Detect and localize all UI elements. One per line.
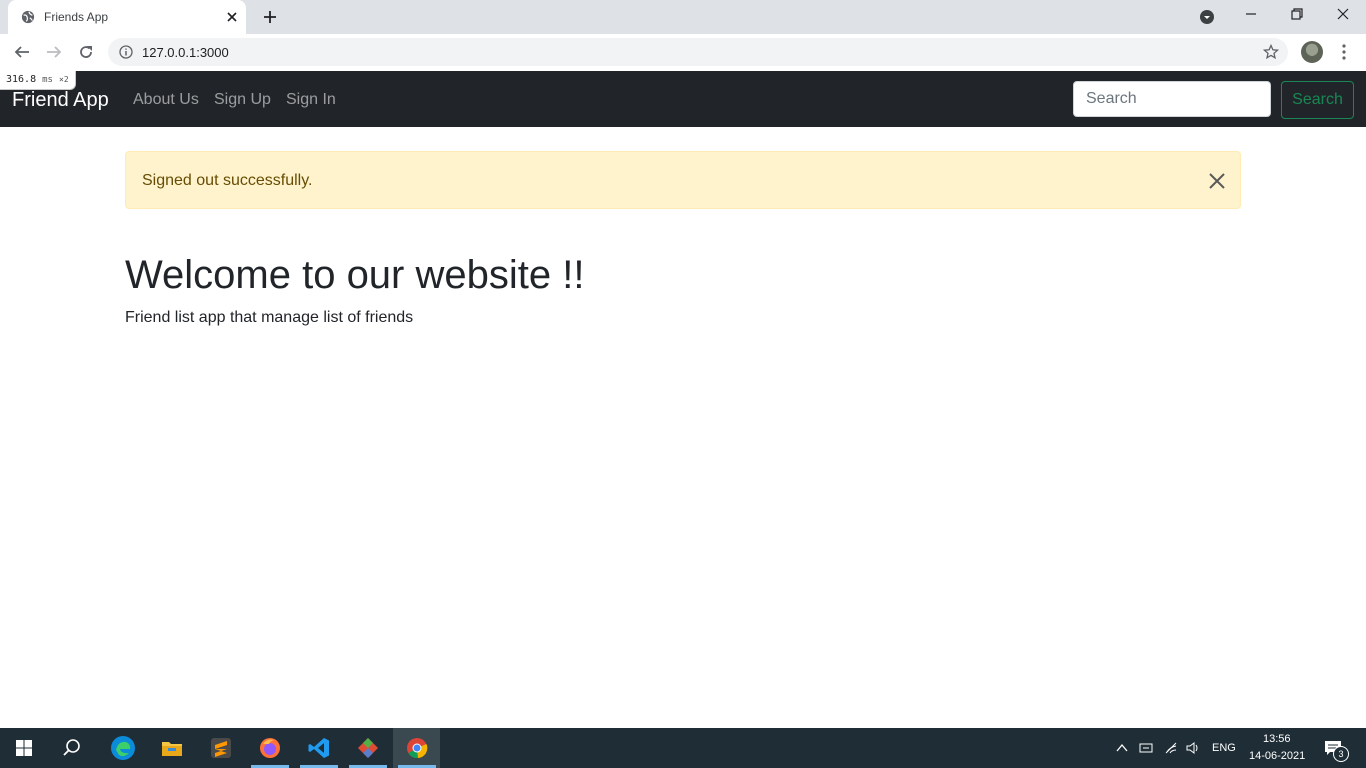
- git-icon[interactable]: [356, 736, 380, 760]
- more-vertical-icon[interactable]: [1338, 43, 1350, 61]
- new-tab-icon[interactable]: [262, 9, 278, 25]
- search-input[interactable]: [1073, 81, 1271, 117]
- windows-taskbar: ENG 13:56 14-06-2021: [0, 728, 1366, 768]
- language-indicator[interactable]: ENG: [1212, 742, 1236, 754]
- address-bar[interactable]: 127.0.0.1:3000: [108, 38, 1288, 66]
- close-icon[interactable]: [1207, 171, 1227, 191]
- notification-count-badge: 3: [1333, 746, 1349, 762]
- reload-icon[interactable]: [77, 43, 95, 61]
- forward-arrow-icon[interactable]: [45, 43, 63, 61]
- ime-icon[interactable]: [1139, 741, 1153, 755]
- restore-icon[interactable]: [1290, 7, 1304, 21]
- firefox-icon[interactable]: [258, 736, 282, 760]
- alert-message: Signed out successfully.: [142, 172, 313, 189]
- chevron-up-icon[interactable]: [1115, 741, 1129, 755]
- perf-timing-badge: 316.8 ms ×2: [0, 71, 76, 90]
- sublime-text-icon[interactable]: [209, 736, 233, 760]
- page-heading: Welcome to our website !!: [125, 253, 585, 297]
- browser-toolbar: 127.0.0.1:3000: [0, 34, 1366, 71]
- nav-link-sign-up[interactable]: Sign Up: [214, 90, 271, 110]
- speaker-icon[interactable]: [1186, 741, 1200, 755]
- page-description: Friend list app that manage list of frie…: [125, 309, 414, 326]
- clock-date[interactable]: 14-06-2021: [1249, 750, 1305, 762]
- site-navbar: Friend App About Us Sign Up Sign In Sear…: [0, 71, 1366, 127]
- back-arrow-icon[interactable]: [13, 43, 31, 61]
- file-explorer-icon[interactable]: [160, 736, 184, 760]
- clock-time[interactable]: 13:56: [1263, 733, 1291, 745]
- profile-avatar[interactable]: [1301, 41, 1323, 63]
- tab-title: Friends App: [44, 10, 109, 24]
- url-text: 127.0.0.1:3000: [142, 45, 229, 60]
- perf-multiplier: ×2: [59, 75, 69, 84]
- edge-icon[interactable]: [110, 735, 136, 761]
- minimize-icon[interactable]: [1244, 7, 1258, 21]
- perf-unit: ms: [42, 75, 53, 85]
- bookmark-star-icon[interactable]: [1263, 44, 1279, 60]
- globe-icon: [21, 10, 35, 24]
- perf-value: 316.8: [6, 74, 37, 85]
- wifi-icon[interactable]: [1164, 741, 1178, 755]
- browser-tab-strip: Friends App: [0, 0, 1366, 34]
- flash-alert: Signed out successfully.: [125, 151, 1241, 209]
- windows-start-icon[interactable]: [12, 736, 36, 760]
- window-close-icon[interactable]: [1336, 7, 1350, 21]
- browser-tab[interactable]: Friends App: [8, 0, 246, 34]
- nav-link-about-us[interactable]: About Us: [133, 90, 199, 110]
- tab-search-icon[interactable]: [1199, 9, 1215, 25]
- navbar-brand[interactable]: Friend App: [12, 88, 109, 112]
- tab-close-icon[interactable]: [225, 10, 239, 24]
- chrome-icon[interactable]: [405, 736, 429, 760]
- info-icon[interactable]: [119, 45, 133, 59]
- nav-link-sign-in[interactable]: Sign In: [286, 90, 336, 110]
- search-icon[interactable]: [60, 736, 84, 760]
- search-button[interactable]: Search: [1281, 81, 1354, 119]
- vscode-icon[interactable]: [307, 736, 331, 760]
